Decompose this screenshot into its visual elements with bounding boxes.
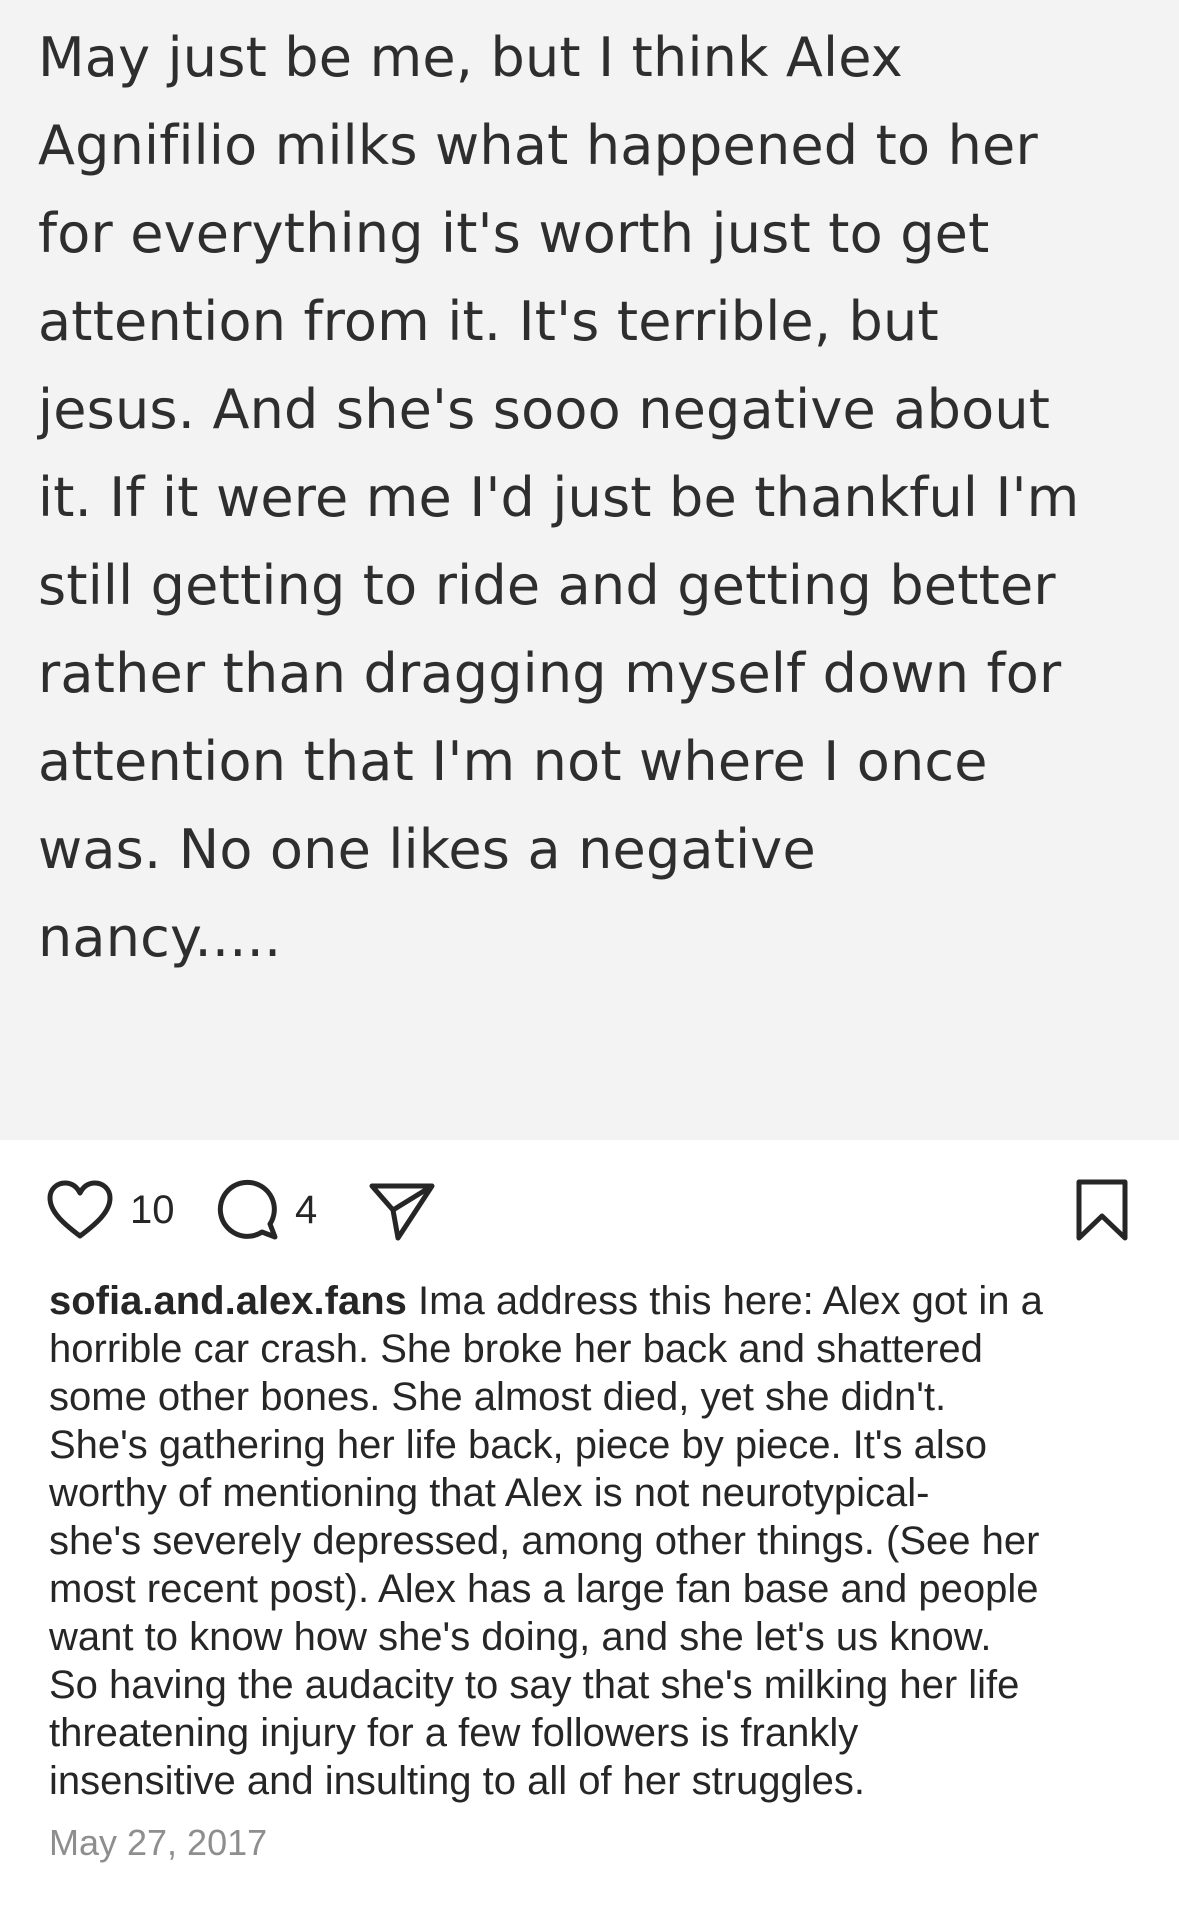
post-text-line: it. If it were me I'd just be thankful I… [38,466,1080,529]
caption-line: So having the audacity to say that she's… [49,1663,1020,1707]
caption-line: she's severely depressed, among other th… [49,1519,1040,1563]
caption-line: insensitive and insulting to all of her … [49,1759,866,1803]
caption-line: threatening injury for a few followers i… [49,1711,859,1755]
caption-first-line: sofia.and.alex.fans Ima address this her… [49,1277,1159,1325]
post-text-line: attention that I'm not where I once [38,730,988,793]
heart-icon[interactable] [44,1178,116,1242]
post-text-line: nancy..... [38,906,282,969]
comment-action: 4 [215,1178,317,1242]
post-text-line: for everything it's worth just to get [38,202,990,265]
comment-bubble-icon[interactable] [215,1178,281,1242]
caption-line: She's gathering her life back, piece by … [49,1423,988,1467]
paper-plane-icon[interactable] [368,1178,436,1242]
post-image[interactable]: May just be me, but I think Alex Agnifil… [0,0,1179,1140]
caption-line: most recent post). Alex has a large fan … [49,1567,1039,1611]
caption-line: horrible car crash. She broke her back a… [49,1327,983,1371]
comment-count[interactable]: 4 [295,1188,317,1233]
post-text-line: was. No one likes a negative [38,818,816,881]
post-text-line: still getting to ride and getting better [38,554,1056,617]
bookmark-icon[interactable] [1074,1178,1130,1242]
post-text-line: Agnifilio milks what happened to her [38,114,1038,177]
caption-line: want to know how she's doing, and she le… [49,1615,992,1659]
caption-text-start: Ima address this here: Alex got in a [406,1279,1043,1323]
action-bar: 10 4 [0,1170,1179,1250]
post-timestamp: May 27, 2017 [49,1822,268,1863]
caption: sofia.and.alex.fans Ima address this her… [49,1277,1159,1805]
post-text-line: May just be me, but I think Alex [38,26,903,89]
share-action [368,1178,436,1242]
like-count[interactable]: 10 [130,1188,175,1233]
post-text: May just be me, but I think Alex Agnifil… [38,14,1168,982]
post-text-line: attention from it. It's terrible, but [38,290,939,353]
save-action [1074,1178,1130,1242]
post-text-line: rather than dragging myself down for [38,642,1062,705]
caption-line: some other bones. She almost died, yet s… [49,1375,947,1419]
post-text-line: jesus. And she's sooo negative about [38,378,1051,441]
like-action: 10 [44,1178,175,1242]
caption-line: worthy of mentioning that Alex is not ne… [49,1471,930,1515]
caption-username[interactable]: sofia.and.alex.fans [49,1279,407,1323]
